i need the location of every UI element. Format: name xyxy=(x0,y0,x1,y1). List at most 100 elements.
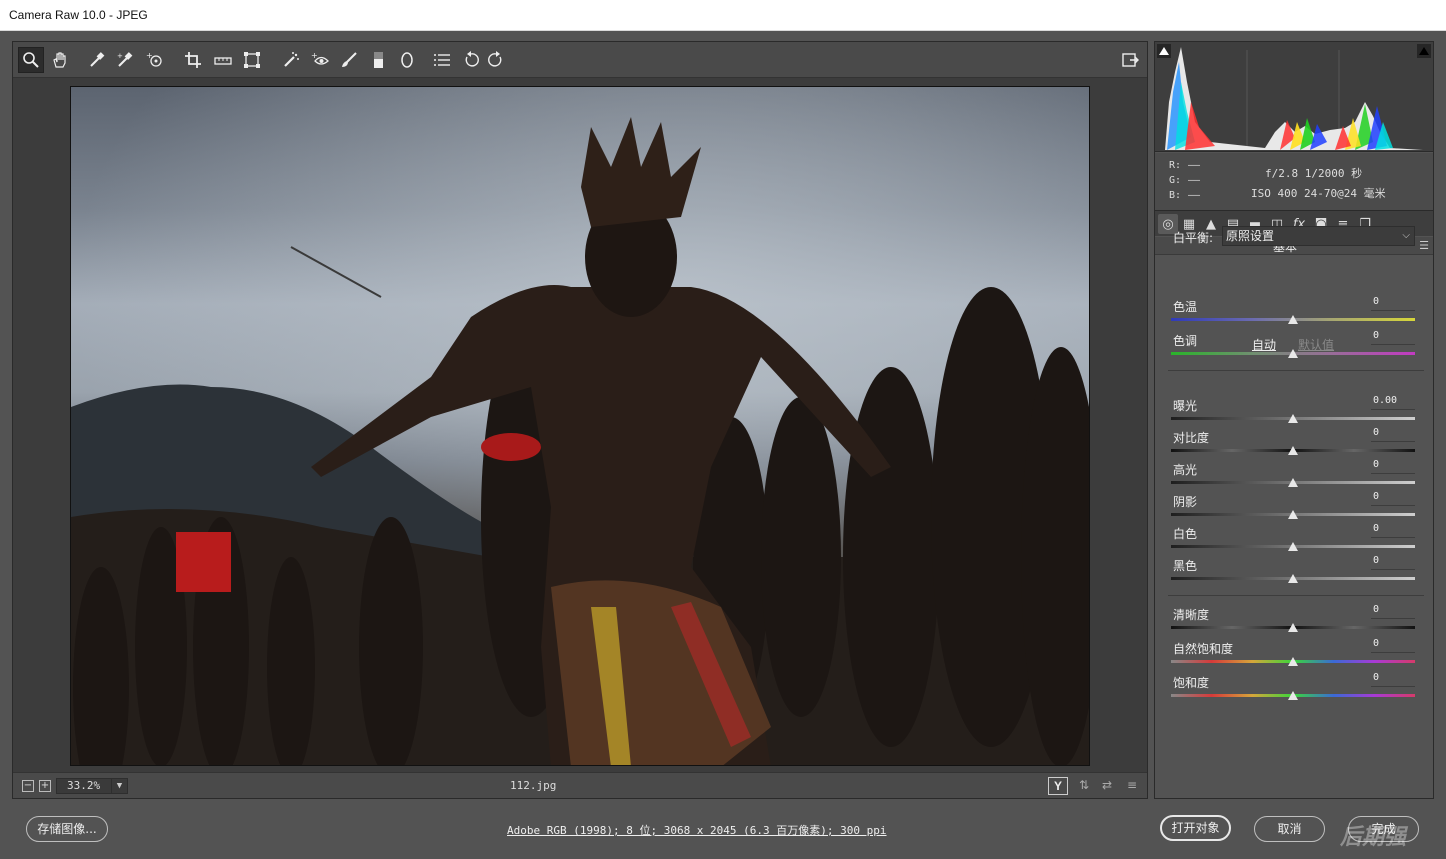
copy-settings-icon[interactable]: ⇄ xyxy=(1097,777,1117,795)
gradient-icon xyxy=(374,52,383,68)
iso-lens: ISO 400 24-70@24 毫米 xyxy=(1251,187,1386,200)
slider-value-input[interactable]: 0 xyxy=(1371,296,1415,311)
graduated-filter-tool-button[interactable] xyxy=(365,47,391,73)
spot-removal-tool-button[interactable] xyxy=(278,47,304,73)
tab-detail[interactable]: ▲ xyxy=(1201,214,1221,234)
slider-label: 白色 xyxy=(1173,527,1198,541)
slider-row: 色调 0 xyxy=(1171,330,1415,364)
slider-label: 色温 xyxy=(1173,300,1198,314)
slider-thumb[interactable] xyxy=(1288,657,1298,666)
slider-value-input[interactable]: 0 xyxy=(1371,555,1415,570)
eye-icon: + xyxy=(311,51,329,65)
green-label: G: xyxy=(1169,175,1182,186)
white-balance-value: 原照设置 xyxy=(1226,229,1275,243)
swap-icon[interactable]: ⇅ xyxy=(1074,777,1094,795)
slider-value-input[interactable]: 0 xyxy=(1371,491,1415,506)
green-value: —— xyxy=(1188,175,1201,186)
chevron-down-icon: ⌵ xyxy=(1402,230,1410,241)
color-sampler-tool-button[interactable]: + xyxy=(112,47,138,73)
fullscreen-button[interactable] xyxy=(1117,47,1143,73)
slider-label: 阴影 xyxy=(1173,495,1198,509)
slider-thumb[interactable] xyxy=(1288,623,1298,632)
preview-preferences-icon[interactable]: ≡ xyxy=(1122,777,1142,795)
white-balance-select[interactable]: 原照设置 ⌵ xyxy=(1222,226,1415,246)
title-bar: Camera Raw 10.0 - JPEG xyxy=(0,0,1446,31)
slider-row: 对比度 0 xyxy=(1171,427,1415,461)
grid-icon: ▦ xyxy=(1182,216,1196,232)
svg-text:+: + xyxy=(146,51,153,60)
slider-row: 饱和度 0 xyxy=(1171,672,1415,706)
fullscreen-icon xyxy=(1122,53,1139,67)
slider-thumb[interactable] xyxy=(1288,510,1298,519)
slider-row: 阴影 0 xyxy=(1171,491,1415,525)
rotate-ccw-icon xyxy=(465,51,479,67)
zoom-level-select[interactable]: 33.2% ▼ xyxy=(56,778,128,794)
slider-value-input[interactable]: 0 xyxy=(1371,672,1415,687)
toolbar: + + + xyxy=(13,42,1147,78)
color-sampler-icon: + xyxy=(117,52,133,67)
slider-label: 曝光 xyxy=(1173,399,1198,413)
slider-value-input[interactable]: 0 xyxy=(1371,604,1415,619)
rotate-ccw-button[interactable] xyxy=(458,47,484,73)
rotate-cw-icon xyxy=(488,51,502,67)
slider-value-input[interactable]: 0 xyxy=(1371,459,1415,474)
slider-thumb[interactable] xyxy=(1288,691,1298,700)
red-eye-tool-button[interactable]: + xyxy=(307,47,333,73)
slider-value-input[interactable]: 0.00 xyxy=(1371,395,1415,410)
white-balance-tool-button[interactable] xyxy=(84,47,110,73)
slider-label: 自然饱和度 xyxy=(1173,642,1234,656)
slider-thumb[interactable] xyxy=(1288,414,1298,423)
slider-thumb[interactable] xyxy=(1288,574,1298,583)
slider-thumb[interactable] xyxy=(1288,349,1298,358)
slider-row: 高光 0 xyxy=(1171,459,1415,493)
targeted-adjustment-tool-button[interactable]: + xyxy=(142,47,168,73)
slider-value-input[interactable]: 0 xyxy=(1371,638,1415,653)
slider-value-input[interactable]: 0 xyxy=(1371,523,1415,538)
window-title: Camera Raw 10.0 - JPEG xyxy=(9,8,148,22)
zoom-tool-button[interactable] xyxy=(18,47,44,73)
cancel-button[interactable]: 取消 xyxy=(1254,816,1325,842)
aperture-icon: ◎ xyxy=(1162,216,1174,232)
tab-basic[interactable]: ◎ xyxy=(1158,214,1178,234)
slider-row: 黑色 0 xyxy=(1171,555,1415,589)
chevron-down-icon: ▼ xyxy=(111,779,127,793)
brush-icon xyxy=(342,52,357,67)
svg-text:+: + xyxy=(117,52,123,60)
view-mode-button[interactable]: Y xyxy=(1048,777,1068,795)
slider-value-input[interactable]: 0 xyxy=(1371,427,1415,442)
hand-icon xyxy=(53,52,66,68)
eyedropper-icon xyxy=(90,52,105,67)
slider-thumb[interactable] xyxy=(1288,446,1298,455)
slider-label: 对比度 xyxy=(1173,431,1210,445)
slider-thumb[interactable] xyxy=(1288,478,1298,487)
crop-tool-button[interactable] xyxy=(180,47,206,73)
slider-value-input[interactable]: 0 xyxy=(1371,330,1415,345)
zoom-out-button[interactable]: − xyxy=(22,780,34,792)
slider-thumb[interactable] xyxy=(1288,542,1298,551)
straighten-tool-button[interactable] xyxy=(210,47,236,73)
preferences-button[interactable] xyxy=(429,47,455,73)
image-metadata: R: G: B: —— —— —— f/2.8 1/2000 秒 ISO 400… xyxy=(1155,153,1433,210)
panel-menu-icon[interactable]: ☰ xyxy=(1419,239,1429,252)
adjustment-brush-tool-button[interactable] xyxy=(336,47,362,73)
magnifier-icon xyxy=(23,52,39,68)
workflow-options-link[interactable]: Adobe RGB (1998); 8 位; 3068 x 2045 (6.3 … xyxy=(507,822,887,838)
zoom-in-button[interactable]: + xyxy=(39,780,51,792)
slider-thumb[interactable] xyxy=(1288,315,1298,324)
radial-filter-icon xyxy=(401,52,413,68)
tab-tone-curve[interactable]: ▦ xyxy=(1179,214,1199,234)
save-image-button[interactable]: 存储图像... xyxy=(26,816,108,842)
rotate-cw-button[interactable] xyxy=(483,47,509,73)
slider-row: 自然饱和度 0 xyxy=(1171,638,1415,672)
bottom-bar: 存储图像... Adobe RGB (1998); 8 位; 3068 x 20… xyxy=(0,805,1446,859)
photo-preview[interactable] xyxy=(70,86,1090,766)
zoom-level-value: 33.2% xyxy=(67,779,101,792)
target-icon: + xyxy=(146,51,162,67)
slider-label: 黑色 xyxy=(1173,559,1198,573)
radial-filter-tool-button[interactable] xyxy=(394,47,420,73)
transform-tool-button[interactable] xyxy=(239,47,265,73)
photo-illustration xyxy=(71,87,1089,765)
open-object-button[interactable]: 打开对象 xyxy=(1160,815,1231,841)
preview-canvas[interactable] xyxy=(13,79,1147,771)
hand-tool-button[interactable] xyxy=(47,47,73,73)
